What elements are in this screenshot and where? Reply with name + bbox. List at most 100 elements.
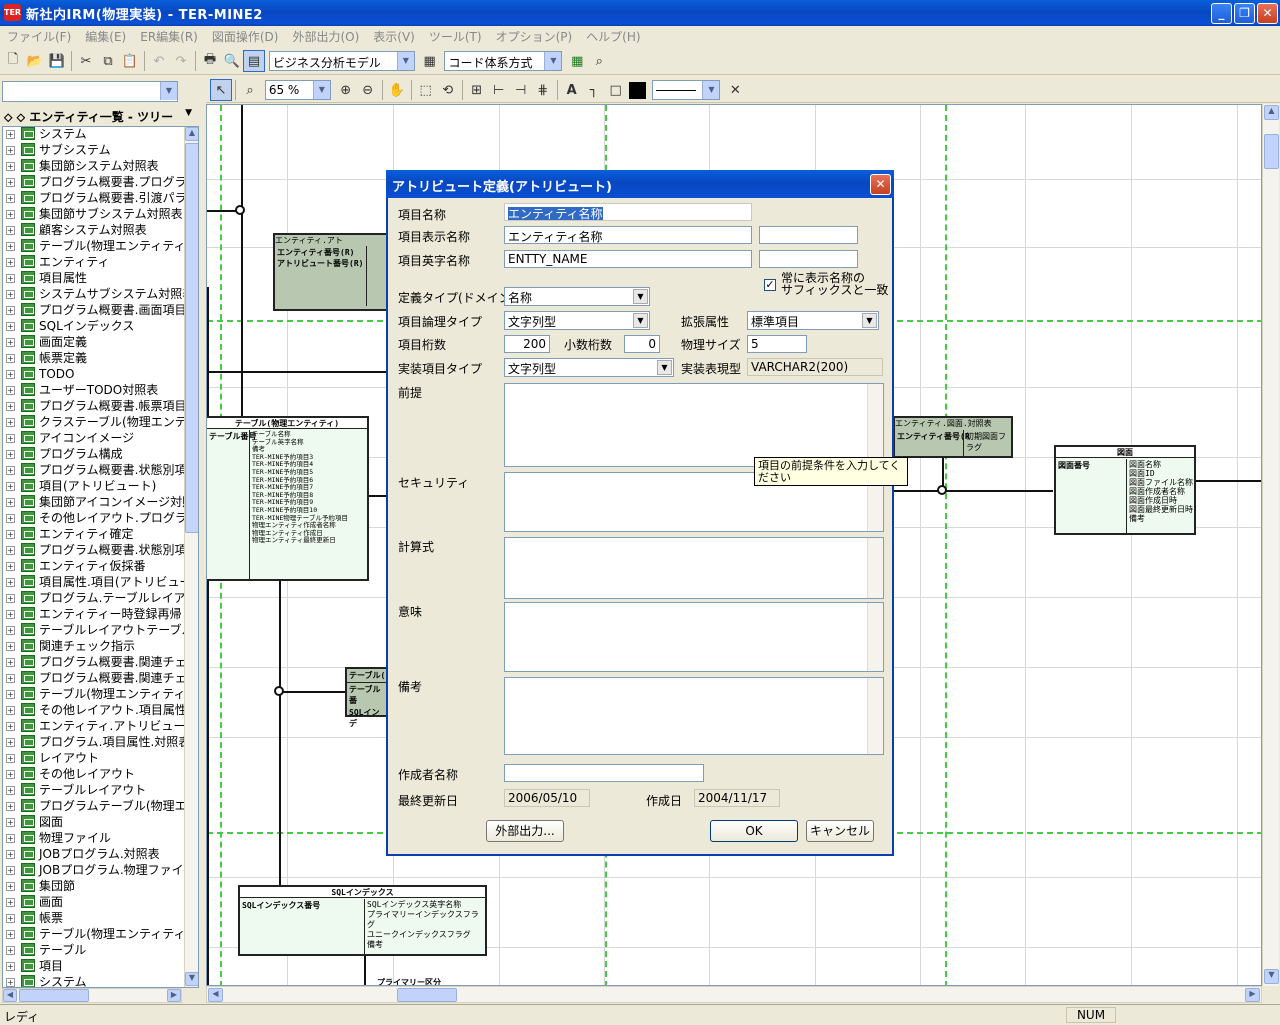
tree-item[interactable]: + プログラム概要書.関連チェック [3, 670, 198, 686]
expand-icon[interactable]: + [6, 306, 15, 315]
tree-item[interactable]: + SQLインデックス [3, 318, 185, 334]
expand-icon[interactable]: + [6, 642, 15, 651]
tree-item[interactable]: + テーブル(物理エンティティ) [3, 238, 190, 254]
expand-icon[interactable]: + [6, 146, 15, 155]
zoom-combo[interactable]: 65 % ▼ [264, 80, 331, 100]
expand-icon[interactable]: + [6, 498, 15, 507]
expand-icon[interactable]: + [6, 754, 15, 763]
grid-icon[interactable]: ▦ [419, 50, 441, 72]
tree-item[interactable]: + テーブル(物理エンティティ).SQ [3, 926, 198, 942]
expand-icon[interactable]: + [6, 562, 15, 571]
premise-textarea[interactable] [504, 383, 884, 467]
menu-view[interactable]: 表示(V) [366, 26, 422, 45]
binoculars-icon[interactable]: ⌕ [588, 50, 610, 72]
tree-item[interactable]: + テーブルレイアウトテーブル(物 [3, 622, 198, 638]
line-tool-icon[interactable]: ┐ [583, 79, 605, 101]
tree-item[interactable]: + プログラム概要書.状態別項目 [3, 542, 198, 558]
expand-icon[interactable]: + [6, 130, 15, 139]
expand-icon[interactable]: + [6, 690, 15, 699]
hscroll-thumb[interactable] [397, 988, 457, 1002]
display-suffix-field[interactable] [759, 226, 858, 244]
tree-item[interactable]: + プログラム概要書.プログラムア [3, 174, 198, 190]
menu-options[interactable]: オプション(P) [489, 26, 580, 45]
expand-icon[interactable]: + [6, 290, 15, 299]
tree-menu-chevron-icon[interactable]: ▼ [185, 108, 192, 118]
copy-icon[interactable]: ⧉ [97, 50, 119, 72]
display-name-field[interactable]: エンティティ名称 [504, 226, 752, 244]
menu-edit[interactable]: 編集(E) [78, 26, 133, 45]
spreadsheet-icon[interactable]: ▦ [566, 50, 588, 72]
expand-icon[interactable]: + [6, 370, 15, 379]
expand-icon[interactable]: + [6, 738, 15, 747]
tree-item[interactable]: + 図面 [3, 814, 185, 830]
tree-item[interactable]: + JOBプログラム.対照表 [3, 846, 185, 862]
app-icon[interactable]: TER [4, 4, 21, 21]
expand-icon[interactable]: + [6, 450, 15, 459]
hand-pan-icon[interactable]: ✋ [386, 79, 408, 101]
model-combo[interactable]: ビジネス分析モデル ▼ [268, 51, 415, 71]
tree-hscrollbar[interactable]: ◀ ▶ [2, 988, 182, 1003]
scroll-right-icon[interactable]: ▶ [1245, 988, 1260, 1002]
tree-item[interactable]: + 帳票 [3, 910, 185, 926]
expand-icon[interactable]: + [6, 322, 15, 331]
expand-icon[interactable]: + [6, 418, 15, 427]
expand-icon[interactable]: + [6, 978, 15, 987]
nav-forward-icon[interactable]: ⬦ [17, 110, 25, 124]
expand-icon[interactable]: + [6, 946, 15, 955]
tree-item[interactable]: + エンティティ確定 [3, 526, 185, 542]
relation-tool2-icon[interactable]: ⊣ [510, 79, 532, 101]
tree-item[interactable]: + その他レイアウト [3, 766, 185, 782]
tree-item[interactable]: + 集団節アイコンイメージ対照表 [3, 494, 198, 510]
expand-icon[interactable]: + [6, 258, 15, 267]
tree-item[interactable]: + エンティティ [3, 254, 185, 270]
tree-item[interactable]: + 顧客システム対照表 [3, 222, 185, 238]
expand-icon[interactable]: + [6, 914, 15, 923]
tree-item[interactable]: + 集団節サブシステム対照表 [3, 206, 185, 222]
expand-icon[interactable]: + [6, 866, 15, 875]
scroll-up-icon[interactable]: ▲ [185, 127, 198, 141]
expand-icon[interactable]: + [6, 466, 15, 475]
cut-icon[interactable]: ✂ [75, 50, 97, 72]
logical-type-select[interactable]: 文字列型 ▼ [504, 311, 650, 330]
digits-field[interactable]: 200 [504, 335, 550, 353]
tree-item[interactable]: + エンティティ.アトリビュート.対照表 [3, 718, 198, 734]
menu-export[interactable]: 外部出力(O) [285, 26, 366, 45]
expand-icon[interactable]: + [6, 530, 15, 539]
author-field[interactable] [504, 764, 704, 782]
expand-icon[interactable]: + [6, 770, 15, 779]
meaning-textarea[interactable] [504, 602, 884, 672]
scroll-up-icon[interactable]: ▲ [1264, 105, 1279, 120]
english-name-field[interactable]: ENTTY_NAME [504, 250, 752, 268]
tree-item[interactable]: + テーブルレイアウト [3, 782, 185, 798]
close-button[interactable]: ✕ [1257, 3, 1278, 24]
zoom-out-icon[interactable]: ⊖ [357, 79, 379, 101]
expand-icon[interactable]: + [6, 402, 15, 411]
expand-icon[interactable]: + [6, 818, 15, 827]
line-style-combo[interactable]: ▼ [652, 80, 721, 100]
tree-item[interactable]: + サブシステム [3, 142, 185, 158]
expand-icon[interactable]: + [6, 338, 15, 347]
tree-item[interactable]: + プログラム構成 [3, 446, 185, 462]
canvas-hscrollbar[interactable]: ◀ ▶ [206, 986, 1262, 1003]
tree-item[interactable]: + システム [3, 974, 185, 987]
fill-color-icon[interactable] [627, 79, 649, 101]
tree-item[interactable]: + 物理ファイル [3, 830, 185, 846]
tree-item[interactable]: + プログラム.テーブルレイアウト.対 [3, 590, 198, 606]
suffix-checkbox[interactable]: ✓ [764, 279, 776, 291]
tree-item[interactable]: + ユーザーTODO対照表 [3, 382, 185, 398]
expand-icon[interactable]: + [6, 962, 15, 971]
tree-item[interactable]: + テーブル(物理エンティティ).項目 [3, 686, 198, 702]
tree-item[interactable]: + クラステーブル(物理エンティティ [3, 414, 198, 430]
item-name-field[interactable]: エンティティ名称 [504, 203, 752, 221]
tree-filter-combo[interactable]: ▼ [2, 81, 178, 102]
scroll-down-icon[interactable]: ▼ [185, 972, 198, 986]
expand-icon[interactable]: + [6, 482, 15, 491]
canvas-vscrollbar[interactable]: ▲ ▼ [1262, 104, 1279, 986]
expand-icon[interactable]: + [6, 898, 15, 907]
zoom-icon[interactable]: ⌕ [239, 79, 261, 101]
expand-icon[interactable]: + [6, 626, 15, 635]
scroll-left-icon[interactable]: ◀ [208, 988, 223, 1002]
sql-index-box[interactable]: SQLインデックス SQLインデックス番号 SQLインデックス英字名称 プライマリ… [238, 885, 487, 956]
model-view-icon[interactable]: ▤ [243, 50, 265, 72]
scroll-down-icon[interactable]: ▼ [1264, 969, 1279, 984]
